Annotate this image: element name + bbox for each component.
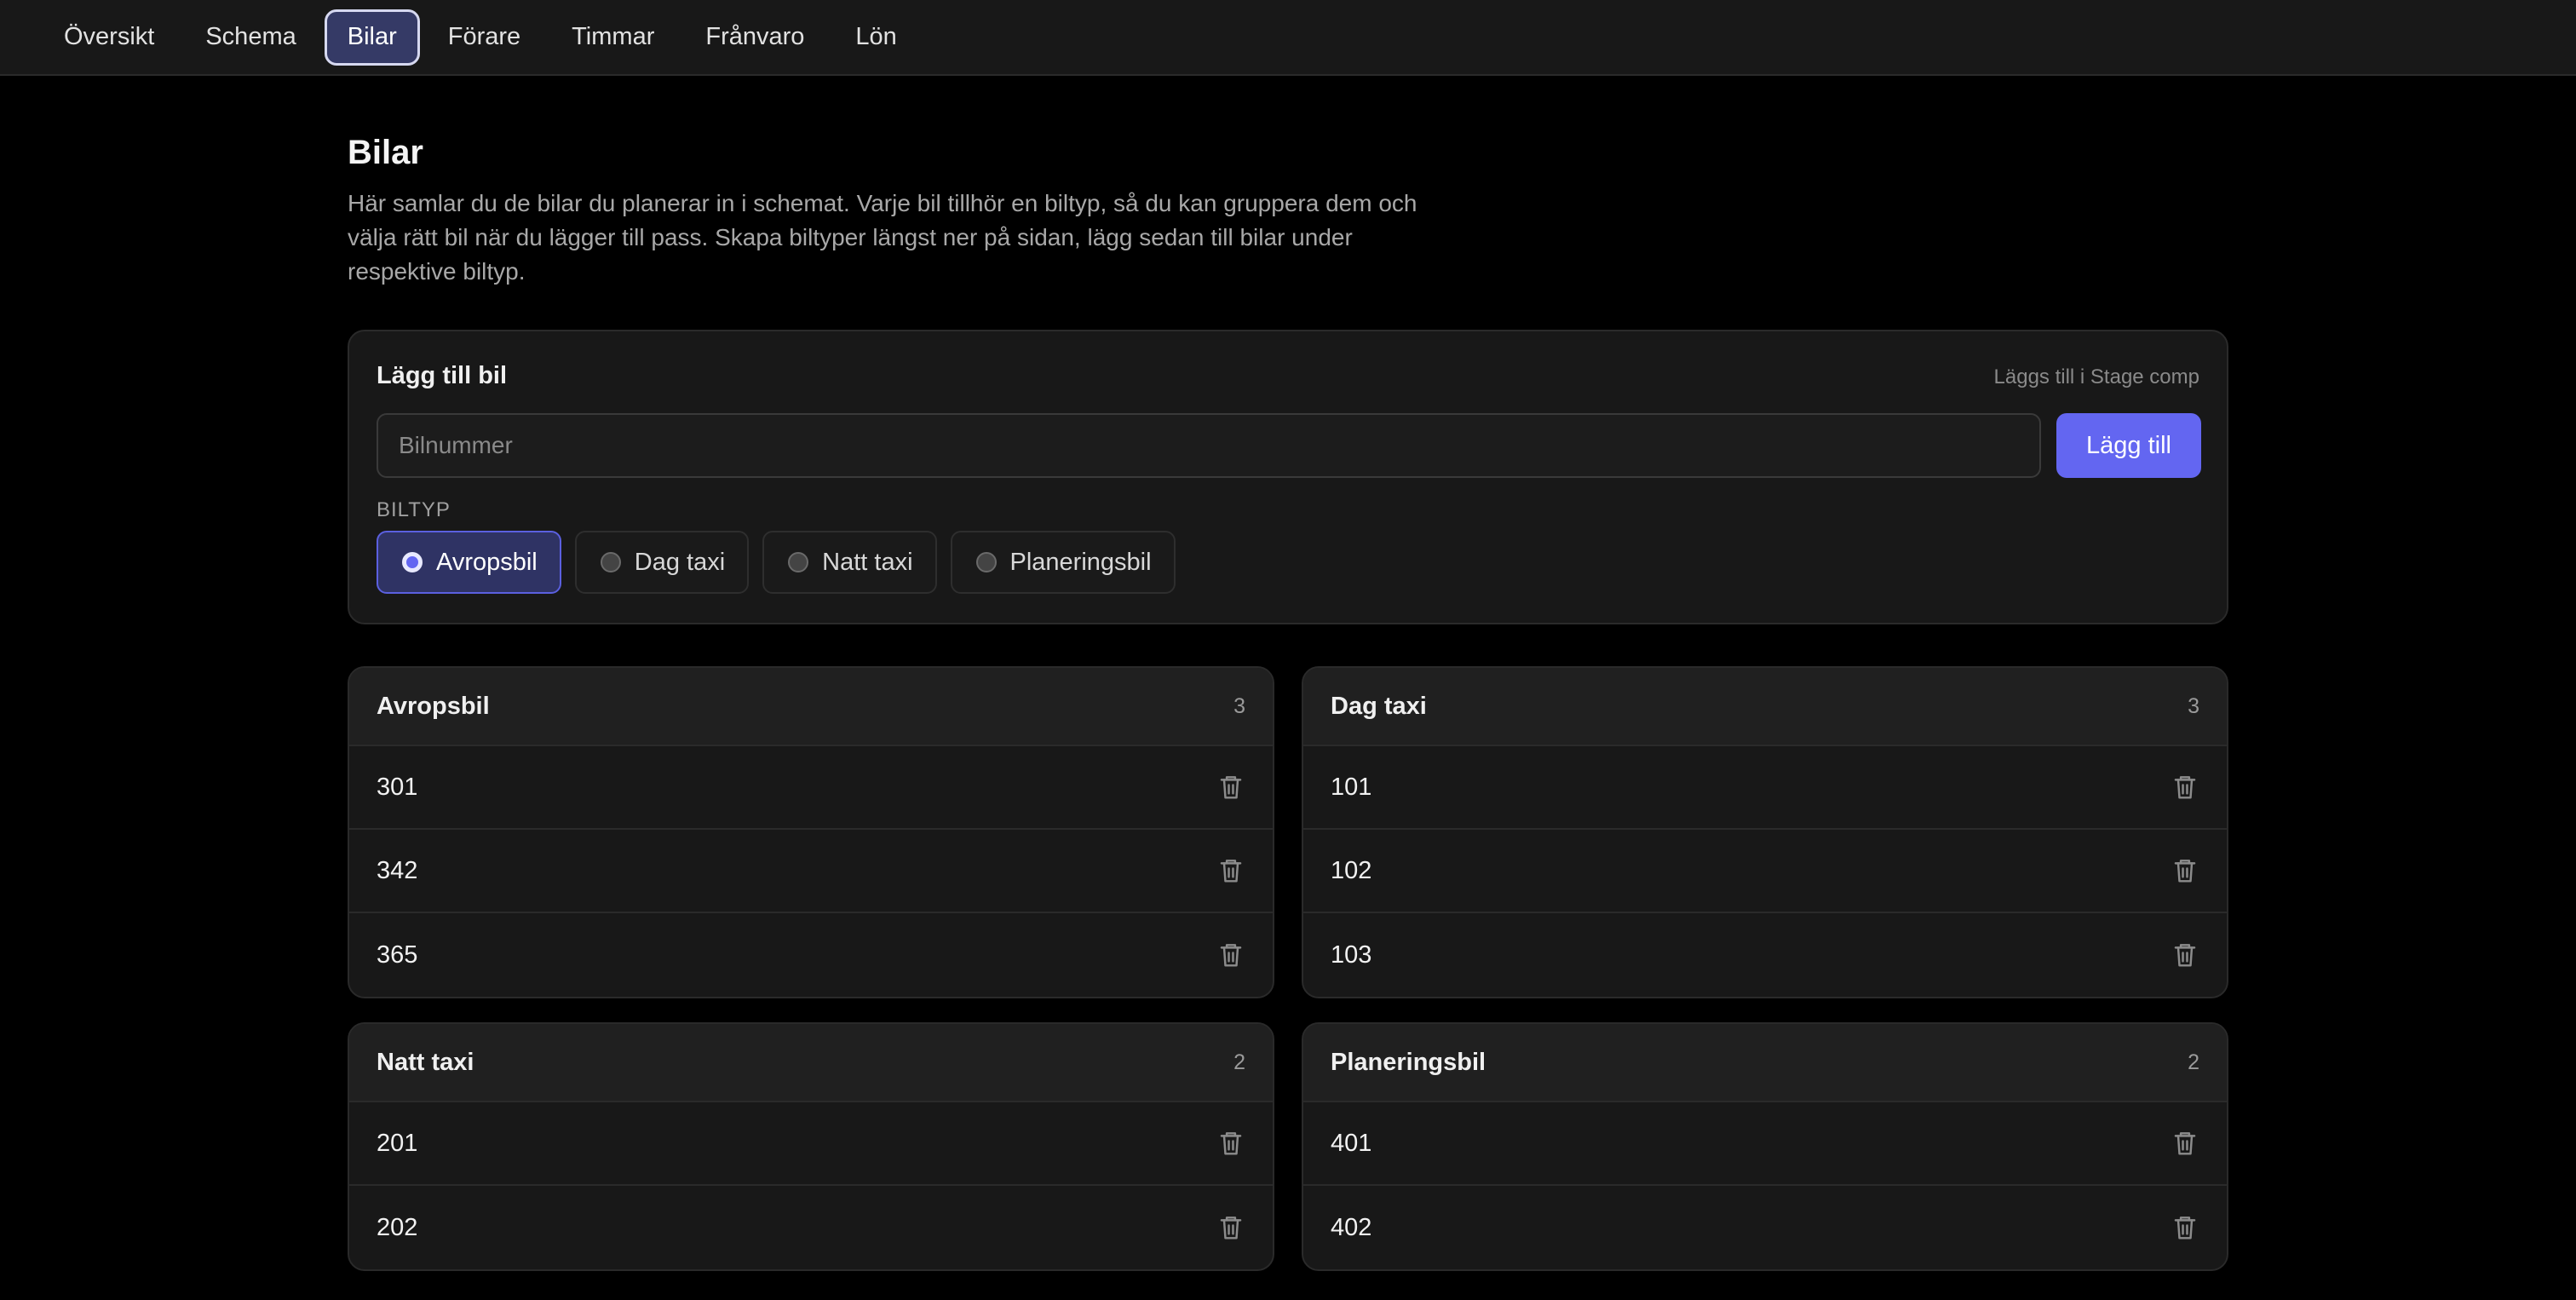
car-type-radio-group: Avropsbil Dag taxi Natt taxi Planeringsb…: [377, 531, 1176, 594]
car-number: 342: [377, 856, 418, 884]
car-group-name: Avropsbil: [377, 692, 490, 720]
car-number-input[interactable]: [377, 413, 2041, 478]
car-number: 365: [377, 940, 418, 969]
nav-item-lon[interactable]: Lön: [832, 9, 919, 66]
trash-icon[interactable]: [1216, 856, 1245, 885]
car-group-header: Planeringsbil 2: [1303, 1024, 2227, 1102]
car-type-option-dag-taxi[interactable]: Dag taxi: [574, 531, 750, 594]
car-type-option-planeringsbil[interactable]: Planeringsbil: [950, 531, 1176, 594]
trash-icon[interactable]: [1216, 1213, 1245, 1242]
add-car-title: Lägg till bil: [377, 362, 508, 389]
trash-icon[interactable]: [2171, 773, 2199, 802]
car-group-name: Natt taxi: [377, 1048, 474, 1076]
car-row: 102: [1303, 830, 2227, 913]
car-number: 201: [377, 1129, 418, 1157]
nav-item-bilar[interactable]: Bilar: [324, 9, 420, 66]
car-group-natt-taxi: Natt taxi 2 201 202: [348, 1022, 1274, 1271]
add-car-button[interactable]: Lägg till: [2056, 413, 2201, 478]
car-number: 202: [377, 1213, 418, 1241]
car-row: 402: [1303, 1186, 2227, 1269]
car-number: 101: [1331, 773, 1372, 801]
car-group-header: Dag taxi 3: [1303, 668, 2227, 746]
car-group-header: Natt taxi 2: [349, 1024, 1273, 1102]
car-number: 301: [377, 773, 418, 801]
car-group-dag-taxi: Dag taxi 3 101 102 103: [1302, 666, 2228, 998]
car-type-label: BILTYP: [377, 498, 451, 521]
car-row: 201: [349, 1102, 1273, 1186]
car-type-option-label: Avropsbil: [436, 548, 538, 576]
car-number: 402: [1331, 1213, 1372, 1241]
radio-dot-icon: [402, 552, 423, 572]
car-type-option-natt-taxi[interactable]: Natt taxi: [762, 531, 937, 594]
radio-dot-icon: [788, 552, 809, 572]
add-car-note: Läggs till i Stage comp: [1993, 365, 2199, 388]
car-type-option-label: Dag taxi: [634, 548, 726, 576]
page-title: Bilar: [348, 134, 423, 171]
car-row: 401: [1303, 1102, 2227, 1186]
car-group-count: 2: [2188, 1050, 2199, 1074]
car-type-option-label: Natt taxi: [822, 548, 913, 576]
car-group-count: 3: [2188, 693, 2199, 718]
car-group-avropsbil: Avropsbil 3 301 342 365: [348, 666, 1274, 998]
trash-icon[interactable]: [1216, 1129, 1245, 1158]
car-group-name: Dag taxi: [1331, 692, 1427, 720]
car-row: 301: [349, 746, 1273, 830]
nav-item-oversikt[interactable]: Översikt: [41, 9, 177, 66]
trash-icon[interactable]: [1216, 940, 1245, 969]
nav-item-forare[interactable]: Förare: [425, 9, 543, 66]
nav-item-schema[interactable]: Schema: [182, 9, 319, 66]
radio-dot-icon: [600, 552, 621, 572]
add-car-card: Lägg till bil Läggs till i Stage comp Lä…: [348, 330, 2228, 624]
trash-icon[interactable]: [2171, 856, 2199, 885]
car-number: 103: [1331, 940, 1372, 969]
car-row: 202: [349, 1186, 1273, 1269]
trash-icon[interactable]: [2171, 940, 2199, 969]
trash-icon[interactable]: [1216, 773, 1245, 802]
car-type-option-avropsbil[interactable]: Avropsbil: [377, 531, 561, 594]
car-number: 102: [1331, 856, 1372, 884]
car-row: 365: [349, 913, 1273, 997]
radio-dot-icon: [975, 552, 997, 572]
car-row: 101: [1303, 746, 2227, 830]
trash-icon[interactable]: [2171, 1129, 2199, 1158]
car-group-header: Avropsbil 3: [349, 668, 1273, 746]
page-description: Här samlar du de bilar du planerar in i …: [348, 190, 1417, 285]
car-group-name: Planeringsbil: [1331, 1048, 1486, 1076]
car-row: 342: [349, 830, 1273, 913]
car-group-count: 2: [1233, 1050, 1245, 1074]
car-number: 401: [1331, 1129, 1372, 1157]
nav-item-timmar[interactable]: Timmar: [549, 9, 677, 66]
car-group-count: 3: [1233, 693, 1245, 718]
trash-icon[interactable]: [2171, 1213, 2199, 1242]
top-navigation: Översikt Schema Bilar Förare Timmar Från…: [0, 0, 2576, 76]
nav-item-franvaro[interactable]: Frånvaro: [682, 9, 827, 66]
car-row: 103: [1303, 913, 2227, 997]
car-group-planeringsbil: Planeringsbil 2 401 402: [1302, 1022, 2228, 1271]
car-type-option-label: Planeringsbil: [1009, 548, 1152, 576]
